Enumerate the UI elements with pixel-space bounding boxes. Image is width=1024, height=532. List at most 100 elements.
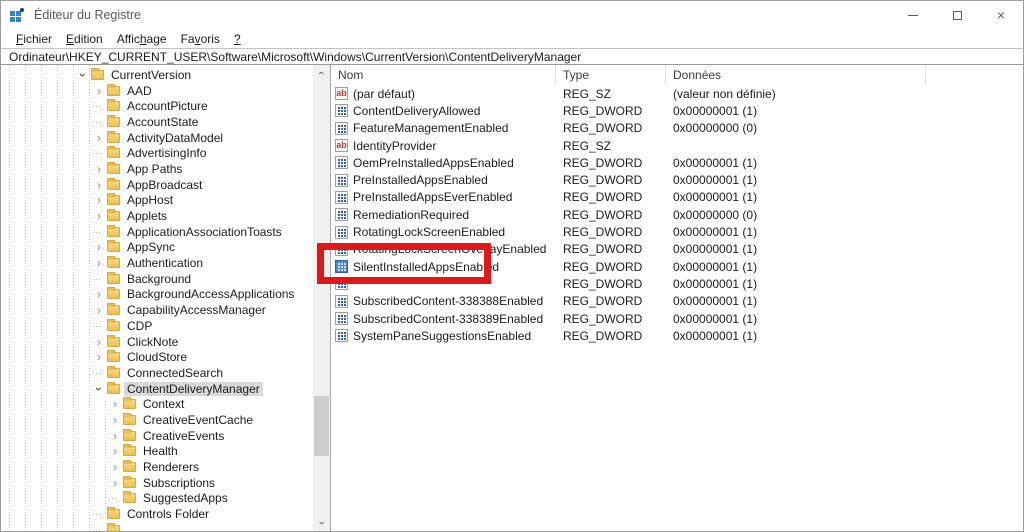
tree-item-authentication[interactable]: › Authentication: [1, 255, 312, 271]
value-row-silentinstalledappsenabled[interactable]: SilentInstalledAppsEnabled REG_DWORD 0x0…: [331, 258, 1023, 275]
tree-item-applets[interactable]: › Applets: [1, 208, 312, 224]
chevron-right-icon[interactable]: ›: [109, 462, 121, 472]
tree-item-appsync[interactable]: › AppSync: [1, 240, 312, 256]
menu-item-aide[interactable]: ?: [227, 31, 248, 47]
value-type: REG_DWORD: [556, 156, 666, 170]
chevron-down-icon[interactable]: ›: [94, 383, 104, 395]
chevron-right-icon[interactable]: ›: [109, 446, 121, 456]
tree-item-background[interactable]: Background: [1, 271, 312, 287]
tree-item-app-paths[interactable]: › App Paths: [1, 161, 312, 177]
chevron-right-icon[interactable]: ›: [93, 242, 105, 252]
tree-item-clicknote[interactable]: › ClickNote: [1, 334, 312, 350]
chevron-right-icon[interactable]: ›: [93, 211, 105, 221]
chevron-right-icon[interactable]: ›: [93, 305, 105, 315]
folder-icon: [107, 289, 120, 299]
tree-item-accountstate[interactable]: AccountState: [1, 114, 312, 130]
value-row-subscribedcontent-338389enabled[interactable]: SubscribedContent-338389Enabled REG_DWOR…: [331, 310, 1023, 327]
chevron-right-icon[interactable]: ›: [93, 258, 105, 268]
column-header-data[interactable]: Données: [666, 65, 926, 85]
tree-item-creativeeventcache[interactable]: › CreativeEventCache: [1, 412, 312, 428]
chevron-right-icon[interactable]: ›: [93, 337, 105, 347]
tree-item-activitydatamodel[interactable]: › ActivityDataModel: [1, 130, 312, 146]
chevron-right-icon[interactable]: ›: [93, 86, 105, 96]
tree-item-subscriptions[interactable]: › Subscriptions: [1, 475, 312, 491]
tree-item-label: ContentDeliveryManager: [124, 382, 263, 396]
scroll-up-icon[interactable]: ›: [314, 65, 330, 82]
value-row-rotatinglockscreenoverlayenabled[interactable]: RotatingLockScreenOverlayEnabled REG_DWO…: [331, 241, 1023, 258]
tree-item-suggestedapps[interactable]: SuggestedApps: [1, 491, 312, 507]
value-row-subscribedcontent-338388enabled[interactable]: SubscribedContent-338388Enabled REG_DWOR…: [331, 293, 1023, 310]
folder-icon: [107, 242, 120, 252]
value-name: PreInstalledAppsEverEnabled: [353, 190, 512, 204]
value-row-oempreinstalledappsenabled[interactable]: OemPreInstalledAppsEnabled REG_DWORD 0x0…: [331, 154, 1023, 171]
value-row-rotatinglockscreenenabled[interactable]: RotatingLockScreenEnabled REG_DWORD 0x00…: [331, 223, 1023, 240]
column-header-name[interactable]: Nom: [331, 65, 556, 85]
folder-icon: [123, 462, 136, 472]
tree-item-currentversion[interactable]: › CurrentVersion: [1, 67, 312, 83]
value-row--par-d-faut-[interactable]: (par défaut) REG_SZ (valeur non définie): [331, 85, 1023, 102]
value-row-preinstalledappsenabled[interactable]: PreInstalledAppsEnabled REG_DWORD 0x0000…: [331, 171, 1023, 188]
value-row[interactable]: REG_DWORD 0x00000001 (1): [331, 275, 1023, 292]
tree-item-controls-folder[interactable]: Controls Folder: [1, 506, 312, 522]
tree-item-label: Subscriptions: [140, 476, 218, 490]
tree-item-connectedsearch[interactable]: ConnectedSearch: [1, 365, 312, 381]
value-row-featuremanagementenabled[interactable]: FeatureManagementEnabled REG_DWORD 0x000…: [331, 120, 1023, 137]
maximize-button[interactable]: [935, 1, 979, 29]
value-name: SubscribedContent-338389Enabled: [353, 312, 543, 326]
tree-item-capabilityaccessmanager[interactable]: › CapabilityAccessManager: [1, 302, 312, 318]
tree-item-creativeevents[interactable]: › CreativeEvents: [1, 428, 312, 444]
scrollbar-thumb[interactable]: [314, 396, 329, 456]
tree-item-appbroadcast[interactable]: › AppBroadcast: [1, 177, 312, 193]
chevron-right-icon[interactable]: ›: [93, 289, 105, 299]
menu-item-edition[interactable]: Edition: [59, 31, 110, 47]
close-button[interactable]: ×: [979, 1, 1023, 29]
chevron-right-icon[interactable]: ›: [109, 399, 121, 409]
reg-sz-icon: [335, 139, 348, 152]
column-header-type[interactable]: Type: [556, 65, 666, 85]
tree-connector: [93, 271, 105, 287]
chevron-right-icon[interactable]: ›: [109, 431, 121, 441]
tree-item-advertisinginfo[interactable]: AdvertisingInfo: [1, 145, 312, 161]
chevron-right-icon[interactable]: ›: [109, 415, 121, 425]
value-row-contentdeliveryallowed[interactable]: ContentDeliveryAllowed REG_DWORD 0x00000…: [331, 102, 1023, 119]
chevron-down-icon[interactable]: ›: [78, 69, 88, 81]
tree-item-cdp[interactable]: CDP: [1, 318, 312, 334]
tree-connector: [93, 145, 105, 161]
value-row-preinstalledappseverenabled[interactable]: PreInstalledAppsEverEnabled REG_DWORD 0x…: [331, 189, 1023, 206]
menu-item-affichage[interactable]: Affichage: [110, 31, 174, 47]
tree-item-health[interactable]: › Health: [1, 444, 312, 460]
value-row-systempanesuggestionsenabled[interactable]: SystemPaneSuggestionsEnabled REG_DWORD 0…: [331, 327, 1023, 344]
tree-item-contentdeliverymanager[interactable]: › ContentDeliveryManager: [1, 381, 312, 397]
chevron-right-icon[interactable]: ›: [93, 164, 105, 174]
chevron-right-icon[interactable]: ›: [93, 352, 105, 362]
tree-item-apphost[interactable]: › AppHost: [1, 193, 312, 209]
tree-item-backgroundaccessapplications[interactable]: › BackgroundAccessApplications: [1, 287, 312, 303]
menu-item-fichier[interactable]: Fichier: [9, 31, 59, 47]
tree-item-aad[interactable]: › AAD: [1, 83, 312, 99]
folder-icon: [107, 509, 120, 519]
tree-rows: › CurrentVersion › AAD AccountPicture Ac…: [1, 67, 312, 531]
tree-item-accountpicture[interactable]: AccountPicture: [1, 98, 312, 114]
title-bar: Éditeur du Registre ×: [1, 1, 1023, 29]
menu-item-favoris[interactable]: Favoris: [174, 31, 227, 47]
minimize-button[interactable]: [891, 1, 935, 29]
scroll-down-icon[interactable]: ›: [314, 515, 330, 532]
tree-item-renderers[interactable]: › Renderers: [1, 459, 312, 475]
tree-item-context[interactable]: › Context: [1, 396, 312, 412]
chevron-right-icon[interactable]: ›: [93, 133, 105, 143]
address-input[interactable]: [1, 49, 1023, 64]
tree-item[interactable]: [1, 522, 312, 531]
tree-item-label: AccountPicture: [124, 99, 211, 113]
tree-item-cloudstore[interactable]: › CloudStore: [1, 349, 312, 365]
chevron-right-icon[interactable]: ›: [93, 180, 105, 190]
value-row-identityprovider[interactable]: IdentityProvider REG_SZ: [331, 137, 1023, 154]
chevron-right-icon[interactable]: ›: [93, 195, 105, 205]
tree-vertical-scrollbar[interactable]: › ›: [313, 65, 330, 531]
tree-item-applicationassociationtoasts[interactable]: ApplicationAssociationToasts: [1, 224, 312, 240]
value-row-remediationrequired[interactable]: RemediationRequired REG_DWORD 0x00000000…: [331, 206, 1023, 223]
value-type: REG_DWORD: [556, 225, 666, 239]
value-data: 0x00000000 (0): [666, 208, 926, 222]
folder-icon: [107, 384, 120, 394]
value-name: SystemPaneSuggestionsEnabled: [353, 329, 531, 343]
chevron-right-icon[interactable]: ›: [109, 478, 121, 488]
